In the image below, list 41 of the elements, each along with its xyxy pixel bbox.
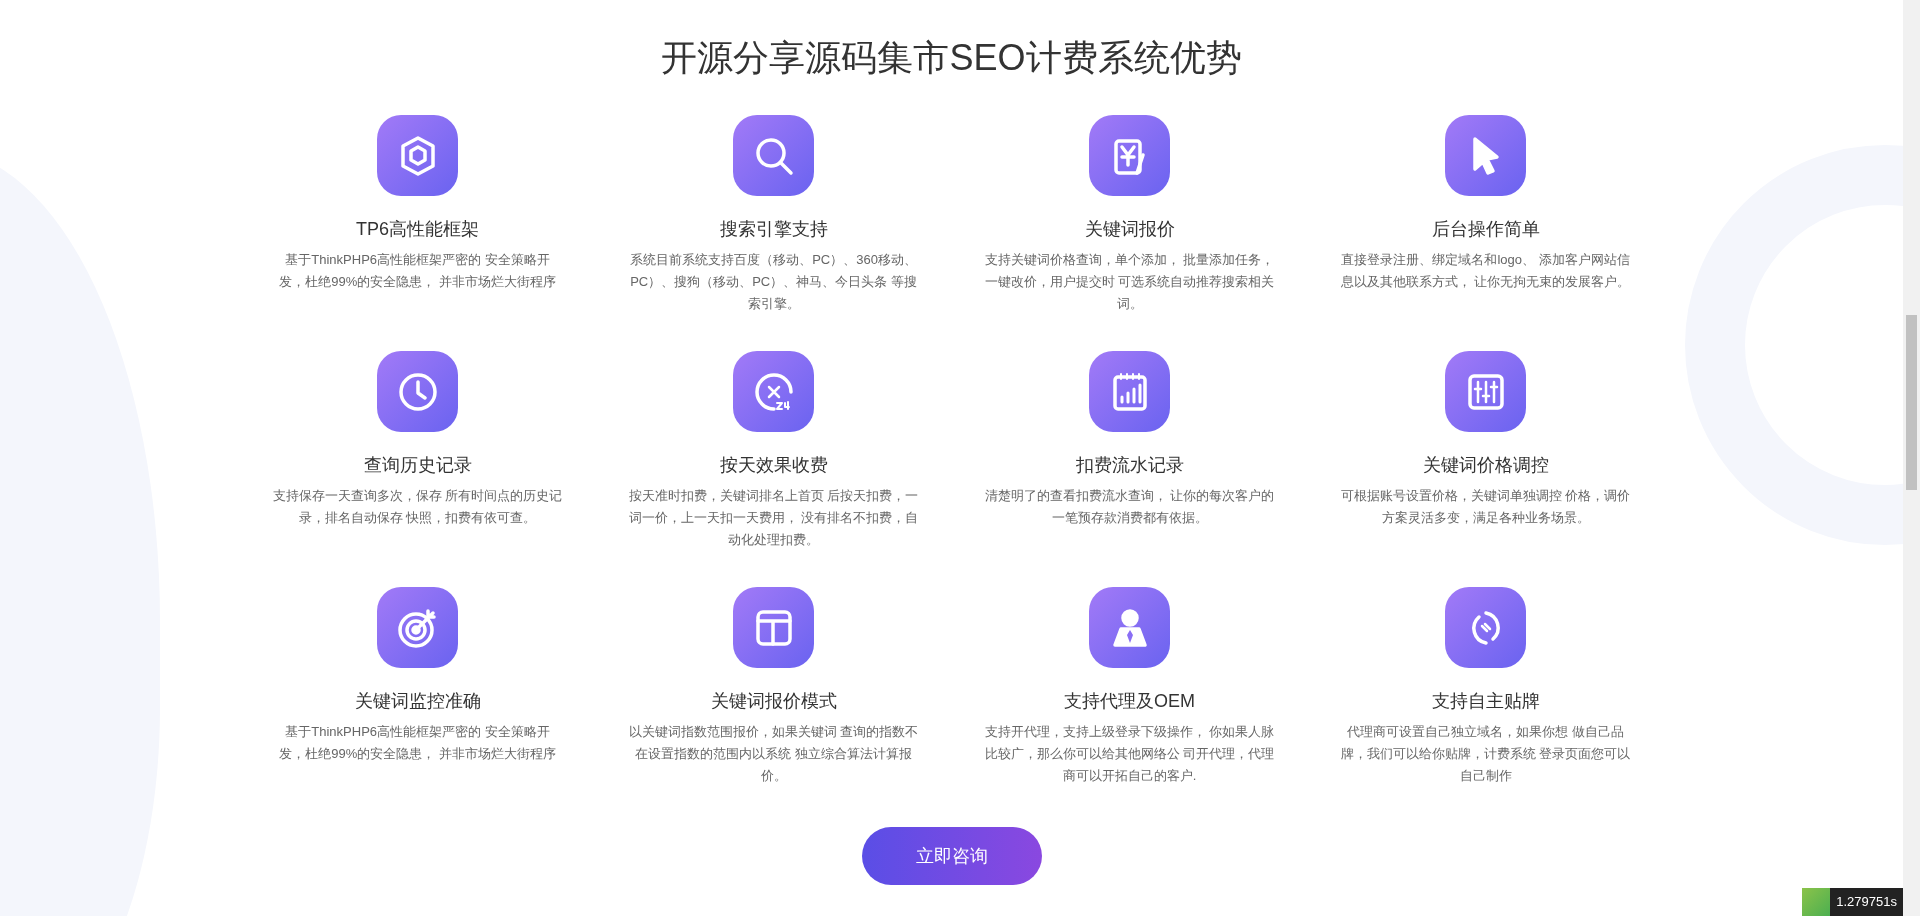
- feature-icon: [1089, 351, 1170, 432]
- feature-description: 支持保存一天查询多次，保存 所有时间点的历史记录，排名自动保存 快照，扣费有依可查。: [272, 487, 563, 527]
- feature-title: 扣费流水记录: [1075, 454, 1184, 477]
- feature-description: 按天准时扣费，关键词排名上首页 后按天扣费，一词一价，上一天扣一天费用， 没有排名不扣费，自动化处理扣费。: [628, 487, 919, 549]
- feature-icon: [1445, 351, 1526, 432]
- feature-icon: [1089, 115, 1170, 196]
- feature-title: 关键词报价模式: [710, 690, 837, 713]
- debug-timer[interactable]: 1.279751s: [1830, 888, 1903, 916]
- feature-title: 支持代理及OEM: [1064, 690, 1195, 713]
- feature-icon: [1445, 115, 1526, 196]
- feature-title: 后台操作简单: [1431, 218, 1540, 241]
- feature-icon: [733, 587, 814, 668]
- feature-icon: [1089, 587, 1170, 668]
- feature-icon: [733, 115, 814, 196]
- consult-button[interactable]: 立即咨询: [861, 827, 1042, 885]
- feature-title: 按天效果收费: [719, 454, 828, 477]
- feature-description: 清楚明了的查看扣费流水查询， 让你的每次客户的一笔预存款消费都有依据。: [984, 487, 1275, 527]
- feature-title: 关键词价格调控: [1422, 454, 1549, 477]
- feature-icon: [377, 351, 458, 432]
- feature-title: 搜索引擎支持: [719, 218, 828, 241]
- feature-description: 以关键词指数范围报价，如果关键词 查询的指数不在设置指数的范围内以系统 独立综合算法计算报价。: [628, 723, 919, 785]
- scrollbar[interactable]: [1903, 0, 1920, 916]
- feature-description: 基于ThinkPHP6高性能框架严密的 安全策略开发，杜绝99%的安全隐患， 并非市场烂大街程序: [278, 723, 557, 763]
- feature-description: 支持关键词价格查询，单个添加， 批量添加任务，一键改价，用户提交时 可选系统自动推荐搜索相关词。: [984, 251, 1275, 313]
- feature-description: 基于ThinkPHP6高性能框架严密的 安全策略开发，杜绝99%的安全隐患， 并非市场烂大街程序: [278, 251, 557, 291]
- feature-icon: [733, 351, 814, 432]
- feature-description: 系统目前系统支持百度（移动、PC）、360移动、PC）、搜狗（移动、PC）、神马、今日头条 等搜索引擎。: [629, 251, 918, 313]
- feature-title: 支持自主贴牌: [1431, 690, 1540, 713]
- feature-title: 查询历史记录: [363, 454, 472, 477]
- feature-description: 直接登录注册、绑定域名和logo、 添加客户网站信息以及其他联系方式， 让你无拘无束的发展客户。: [1340, 251, 1631, 291]
- feature-description: 代理商可设置自己独立域名，如果你想 做自己品牌，我们可以给你贴牌，计费系统 登录页面您可以自己制作: [1340, 723, 1631, 785]
- feature-description: 支持开代理，支持上级登录下级操作， 你如果人脉比较广，那么你可以给其他网络公 司开代理，代理商可以开拓自己的客户.: [984, 723, 1275, 785]
- feature-icon: [1445, 587, 1526, 668]
- feature-title: TP6高性能框架: [356, 218, 479, 241]
- feature-title: 关键词报价: [1084, 218, 1175, 241]
- feature-description: 可根据账号设置价格，关键词单独调控 价格，调价方案灵活多变，满足各种业务场景。: [1340, 487, 1631, 527]
- feature-icon: [377, 587, 458, 668]
- scrollbar-thumb[interactable]: [1906, 315, 1917, 490]
- section-title: 开源分享源码集市SEO计费系统优势: [661, 36, 1242, 80]
- feature-title: 关键词监控准确: [354, 690, 481, 713]
- feature-icon: [377, 115, 458, 196]
